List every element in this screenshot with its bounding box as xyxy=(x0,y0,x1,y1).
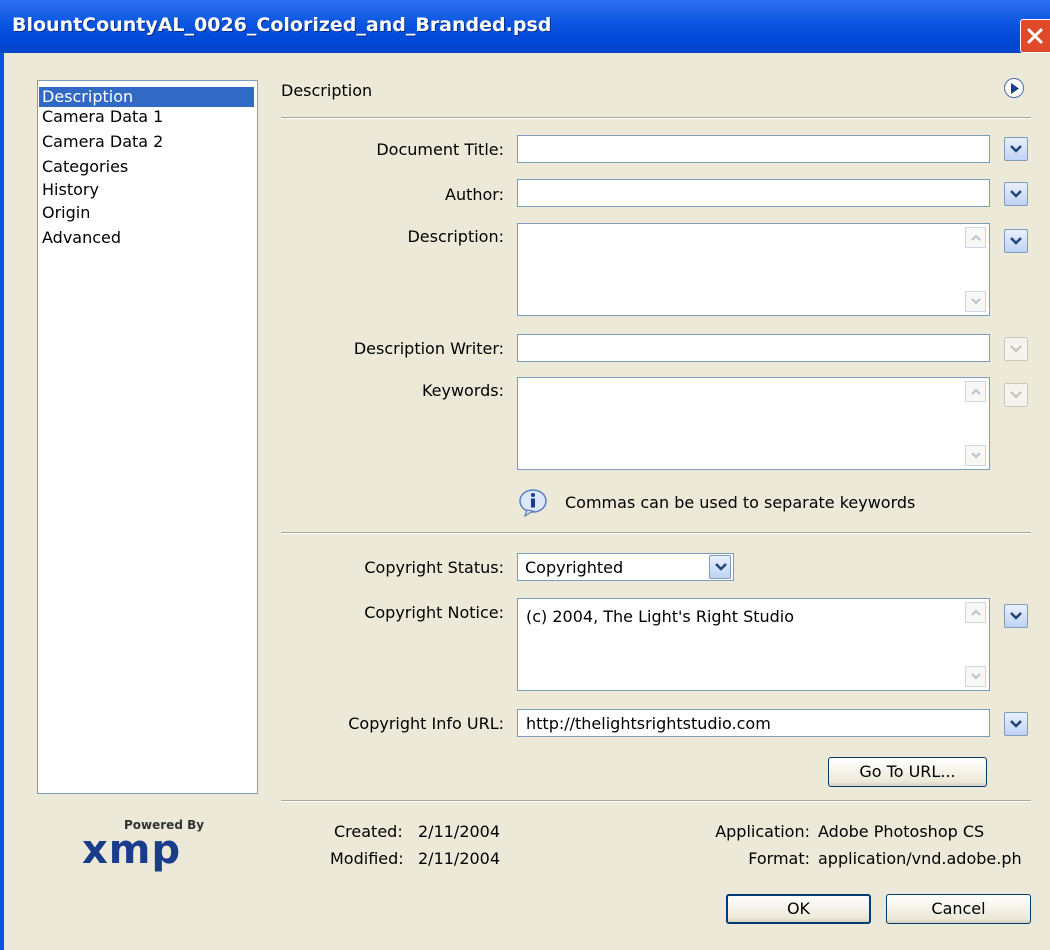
nav-item-history[interactable]: History xyxy=(39,180,254,200)
chevron-down-icon xyxy=(715,563,727,571)
scroll-up-button[interactable] xyxy=(965,227,986,248)
close-icon xyxy=(1027,28,1043,44)
scroll-up-button[interactable] xyxy=(965,381,986,402)
copyright-status-label: Copyright Status: xyxy=(364,558,504,577)
window-title: BlountCountyAL_0026_Colorized_and_Brande… xyxy=(12,14,552,36)
created-value: 2/11/2004 xyxy=(418,822,501,841)
author-label: Author: xyxy=(445,185,504,204)
author-history-button[interactable] xyxy=(1004,182,1028,206)
nav-item-categories[interactable]: Categories xyxy=(39,157,254,177)
chevron-up-icon xyxy=(971,234,981,241)
category-list[interactable]: Description Camera Data 1 Camera Data 2 … xyxy=(37,80,258,794)
separator-bottom xyxy=(281,800,1031,802)
scroll-up-button[interactable] xyxy=(965,602,986,623)
nav-item-origin[interactable]: Origin xyxy=(39,203,254,223)
modified-label: Modified: xyxy=(330,849,404,868)
chevron-down-icon xyxy=(971,452,981,459)
nav-item-description[interactable]: Description xyxy=(39,87,254,107)
chevron-down-icon xyxy=(1010,345,1022,353)
cancel-button[interactable]: Cancel xyxy=(886,894,1031,924)
panel-menu-button[interactable] xyxy=(1004,78,1024,98)
chevron-down-icon xyxy=(971,673,981,680)
chevron-down-icon xyxy=(1010,720,1022,728)
copyright-notice-label: Copyright Notice: xyxy=(364,603,504,622)
description-writer-label: Description Writer: xyxy=(353,339,504,358)
go-to-url-button[interactable]: Go To URL... xyxy=(828,757,987,787)
application-value: Adobe Photoshop CS xyxy=(818,822,985,841)
created-label: Created: xyxy=(334,822,403,841)
copyright-url-label: Copyright Info URL: xyxy=(348,714,504,733)
format-label: Format: xyxy=(748,849,810,868)
copyright-status-value: Copyrighted xyxy=(525,558,624,577)
modified-value: 2/11/2004 xyxy=(418,849,501,868)
chevron-down-icon xyxy=(971,298,981,305)
chevron-down-icon xyxy=(1010,612,1022,620)
description-writer-history-button[interactable] xyxy=(1004,337,1028,361)
separator-middle xyxy=(281,532,1031,534)
close-button[interactable] xyxy=(1020,19,1050,53)
scroll-down-button[interactable] xyxy=(965,445,986,466)
panel-title: Description xyxy=(281,81,373,100)
title-bar[interactable]: BlountCountyAL_0026_Colorized_and_Brande… xyxy=(0,0,1050,53)
copyright-status-select[interactable]: Copyrighted xyxy=(517,553,734,581)
copyright-status-dropdown-button[interactable] xyxy=(709,555,731,579)
description-writer-field[interactable] xyxy=(517,334,990,362)
play-arrow-icon xyxy=(1011,83,1019,94)
copyright-url-history-button[interactable] xyxy=(1004,712,1028,736)
format-value: application/vnd.adobe.ph xyxy=(818,849,1022,868)
keywords-textarea[interactable] xyxy=(517,377,990,470)
chevron-up-icon xyxy=(971,388,981,395)
copyright-url-field[interactable]: http://thelightsrightstudio.com xyxy=(517,709,990,737)
application-label: Application: xyxy=(715,822,810,841)
document-title-history-button[interactable] xyxy=(1004,137,1028,161)
info-icon xyxy=(519,489,547,518)
nav-item-advanced[interactable]: Advanced xyxy=(39,228,254,248)
chevron-down-icon xyxy=(1010,145,1022,153)
file-info-dialog: BlountCountyAL_0026_Colorized_and_Brande… xyxy=(0,0,1050,950)
nav-item-camera-data-2[interactable]: Camera Data 2 xyxy=(39,132,254,152)
keywords-history-button[interactable] xyxy=(1004,383,1028,407)
scroll-down-button[interactable] xyxy=(965,666,986,687)
chevron-down-icon xyxy=(1010,237,1022,245)
separator-top xyxy=(281,117,1031,119)
copyright-notice-text: (c) 2004, The Light's Right Studio xyxy=(526,607,795,626)
chevron-down-icon xyxy=(1010,190,1022,198)
document-title-label: Document Title: xyxy=(376,140,504,159)
chevron-down-icon xyxy=(1010,391,1022,399)
document-title-field[interactable] xyxy=(517,135,990,163)
ok-button[interactable]: OK xyxy=(726,894,871,924)
description-history-button[interactable] xyxy=(1004,229,1028,253)
description-textarea[interactable] xyxy=(517,223,990,316)
copyright-notice-history-button[interactable] xyxy=(1004,604,1028,628)
copyright-notice-textarea[interactable]: (c) 2004, The Light's Right Studio xyxy=(517,598,990,691)
xmp-wordmark: xmp xyxy=(82,827,182,873)
keywords-hint: Commas can be used to separate keywords xyxy=(565,493,916,512)
author-field[interactable] xyxy=(517,179,990,207)
nav-item-camera-data-1[interactable]: Camera Data 1 xyxy=(39,107,254,127)
description-label: Description: xyxy=(407,227,504,246)
chevron-up-icon xyxy=(971,609,981,616)
xmp-logo: Powered By xmp xyxy=(82,818,204,878)
scroll-down-button[interactable] xyxy=(965,291,986,312)
window-frame xyxy=(0,53,4,950)
keywords-label: Keywords: xyxy=(421,381,504,400)
